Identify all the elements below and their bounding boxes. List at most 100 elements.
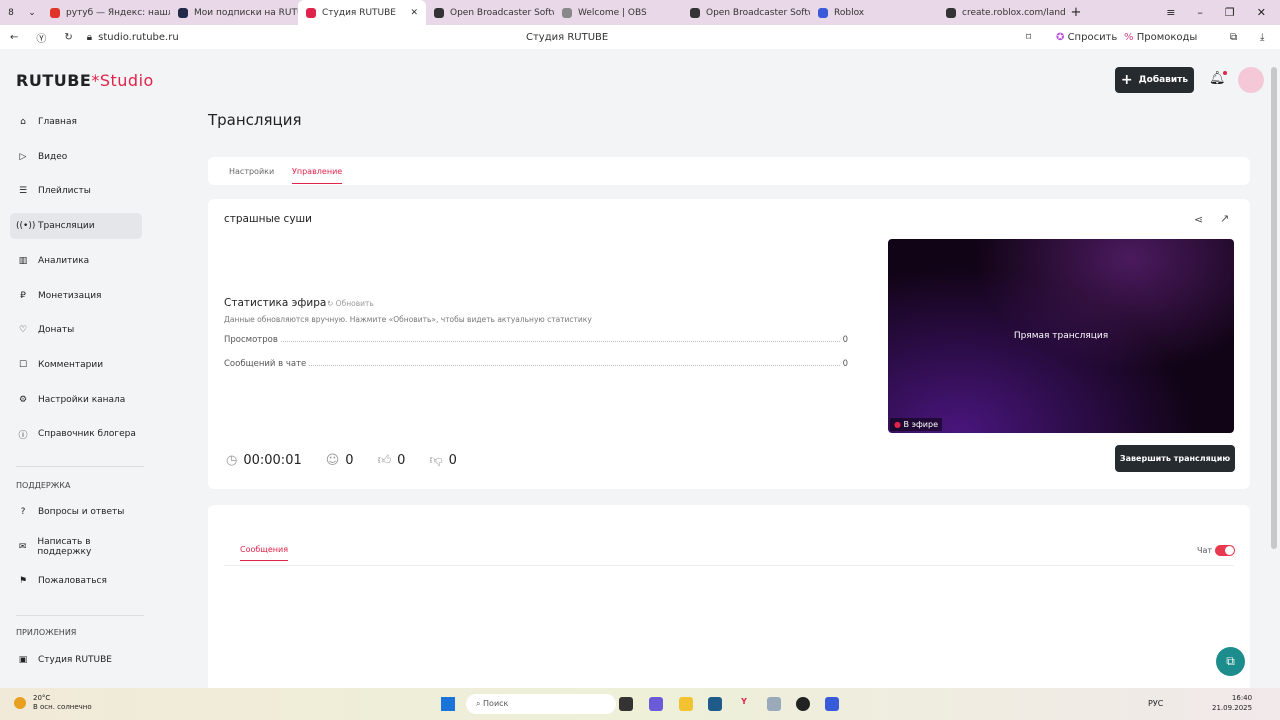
support-icon: ⚑ [18,576,28,587]
browser-tab[interactable]: Open Broadcaster Softwa [426,0,554,25]
reload-icon[interactable]: ↻ [64,32,72,43]
share-icon[interactable]: ⋖ [1194,213,1203,226]
apps-item[interactable]: ▣ Студия RUTUBE [10,647,142,673]
weather[interactable]: 20°C В осн. солнечно [33,694,92,712]
taskbar-app-icon[interactable] [649,697,663,711]
close-icon[interactable]: ✕ [1257,6,1266,19]
favicon-icon [946,7,956,18]
apps-section-title: ПРИЛОЖЕНИЯ [16,628,77,637]
yandex-browser-icon[interactable]: Y [737,697,751,711]
tab-settings[interactable]: Настройки [229,167,274,176]
stream-card: страшные суши ⋖ ↗ Статистика эфира ↻ Обн… [208,199,1250,489]
stream-preview[interactable]: Прямая трансляция ● В эфире [888,239,1234,433]
live-badge: ● В эфире [890,418,942,431]
page-title: Студия RUTUBE [526,31,609,43]
favicon-icon [818,7,828,18]
support-item[interactable]: ? Вопросы и ответы [10,499,142,525]
close-tab-icon[interactable]: ✕ [410,8,418,18]
app-icon: ▣ [18,655,28,665]
support-icon: ✉ [18,541,27,552]
sidebar-item[interactable]: ⚙ Настройки канала [10,387,142,413]
browser-tab[interactable]: Open Broadcaster Softwa [682,0,810,25]
duration: 00:00:01 [243,453,302,468]
sidebar-item[interactable]: ₽ Монетизация [10,283,142,309]
menu-icon[interactable]: ≡ [1166,6,1175,19]
support-chat-button[interactable]: ⧉ [1216,647,1245,676]
viewers-icon: ☺ [325,453,340,468]
yandex-icon[interactable]: Ⓨ [36,30,46,45]
nav-icon: ((•)) [16,221,36,232]
taskbar-app-icon[interactable] [767,697,781,711]
likes-count: 0 [397,453,406,468]
browser-tab[interactable]: Студия RUTUBE ✕ [298,0,426,25]
sidebar-item[interactable]: ▷ Видео [10,144,142,170]
stats-note: Данные обновляются вручную. Нажмите «Обн… [224,315,592,324]
tab-count[interactable]: 8 [0,8,22,18]
nav-icon: ▷ [19,151,27,162]
tab-messages[interactable]: Сообщения [240,545,289,561]
browser-tab[interactable]: рутуб — Яндекс: нашло [42,0,170,25]
end-stream-button[interactable]: Завершить трансляцию [1115,445,1235,472]
minimize-icon[interactable]: – [1197,6,1203,19]
refresh-button[interactable]: ↻ Обновить [327,299,374,308]
scrollbar[interactable] [1271,67,1277,549]
stream-name: страшные суши [224,213,312,225]
sidebar-item[interactable]: ⌂ Главная [10,109,142,135]
favicon-icon [434,7,444,18]
download-icon[interactable]: ⤓ [1260,32,1264,43]
dislikes-count: 0 [448,453,457,468]
favicon-icon [178,7,188,18]
file-explorer-icon[interactable] [679,697,693,711]
support-item[interactable]: ✉ Написать в поддержку [10,534,142,560]
divider [16,466,144,467]
ask-button[interactable]: ✪ Спросить [1056,32,1117,43]
clock[interactable]: 16:40 21.09.2025 [1212,693,1252,713]
nav-icon: ⌂ [20,117,26,127]
add-button[interactable]: + Добавить [1115,67,1194,93]
chat-toggle-label: Чат [1197,546,1213,555]
notifications-bell-icon[interactable]: 🔔︎ [1209,71,1227,86]
chat-toggle[interactable] [1215,545,1235,556]
tab-list-chevron-icon[interactable]: ⌄ [22,8,42,18]
language-indicator[interactable]: РУС [1148,699,1163,708]
browser-tab[interactable]: create.roblox.com/landin [938,0,1066,25]
chat-card: Сообщения Чат [208,505,1250,695]
browser-tab[interactable]: Welcome | OBS [554,0,682,25]
weather-icon[interactable] [14,697,26,709]
favicon-icon [306,7,316,18]
open-external-icon[interactable]: ↗ [1220,212,1229,225]
url-field[interactable]: studio.rutube.ru [98,32,179,43]
store-icon[interactable] [708,697,722,711]
lock-icon: 🔒︎ [86,31,93,43]
sidebar-item[interactable]: ▥ Аналитика [10,248,142,274]
sidebar-item[interactable]: ☰ Плейлисты [10,178,142,204]
restore-icon[interactable]: ❐ [1225,6,1235,19]
like-icon: 👍︎ [377,453,392,468]
browser-tab[interactable]: Мои подписки на RUTUBE [170,0,298,25]
new-tab-button[interactable]: + [1066,5,1086,20]
sidebar-item[interactable]: ⓘ Справочник блогера [10,421,142,447]
rutube-studio-logo[interactable]: RUTUBE*Studio [16,71,154,90]
address-bar: ← Ⓨ ↻ 🔒︎ studio.rutube.ru Студия RUTUBE … [0,25,1280,49]
tab-management[interactable]: Управление [292,167,343,184]
sidebar-item[interactable]: ((•)) Трансляции [10,213,142,240]
support-item[interactable]: ⚑ Пожаловаться [10,568,142,594]
taskbar-search[interactable]: ⌕ Поиск [466,694,616,714]
back-icon[interactable]: ← [10,32,18,43]
browser-tab[interactable]: Roblox [810,0,938,25]
roblox-icon[interactable] [825,697,839,711]
sidebar-item[interactable]: ☐ Комментарии [10,352,142,378]
nav-icon: ₽ [20,290,26,301]
sidebar-item[interactable]: ♡ Донаты [10,317,142,343]
promo-button[interactable]: % Промокоды [1124,32,1197,43]
bookmark-icon[interactable]: ⌑ [1026,32,1031,43]
avatar[interactable] [1238,67,1264,93]
viewers-count: 0 [345,453,354,468]
stat-chat-messages: Сообщений в чате 0 [224,359,848,369]
support-section-title: ПОДДЕРЖКА [16,481,71,490]
extensions-icon[interactable]: ⧉ [1230,32,1237,43]
nav-icon: ♡ [18,325,28,336]
taskbar-app-icon[interactable] [619,697,633,711]
windows-start-icon[interactable] [441,697,455,711]
obs-icon[interactable] [796,697,810,711]
